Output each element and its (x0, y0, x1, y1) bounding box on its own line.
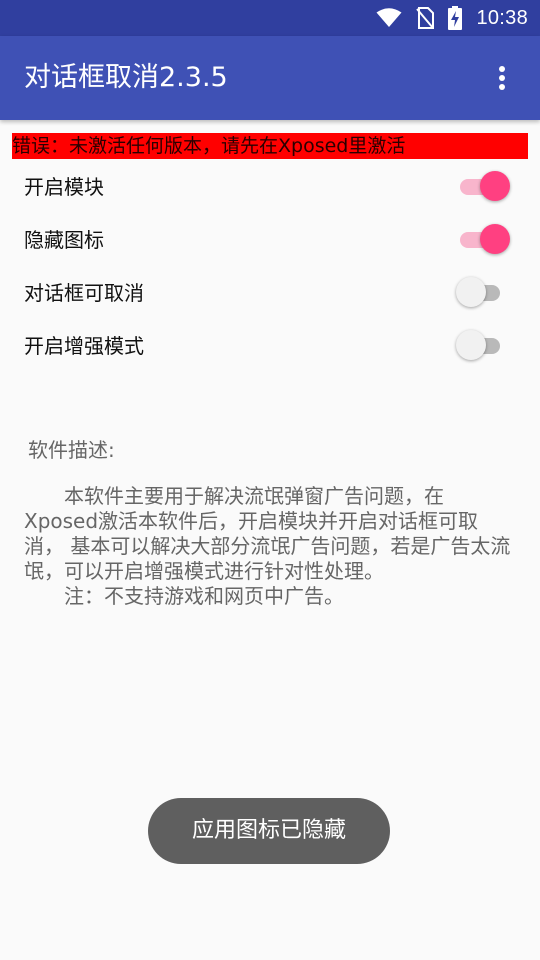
setting-label: 开启模块 (24, 175, 104, 199)
setting-label: 隐藏图标 (24, 228, 104, 252)
enable-module-switch[interactable] (460, 171, 510, 201)
switch-thumb (480, 224, 510, 254)
setting-label: 对话框可取消 (24, 281, 144, 305)
setting-row-hide-icon[interactable]: 隐藏图标 (0, 214, 540, 267)
hide-icon-switch[interactable] (460, 224, 510, 254)
description-note: 注：不支持游戏和网页中广告。 (64, 584, 344, 608)
status-time: 10:38 (476, 6, 528, 29)
toast-message: 应用图标已隐藏 (148, 798, 390, 864)
dialog-cancelable-switch[interactable] (456, 277, 500, 307)
error-banner: 错误：未激活任何版本，请先在Xposed里激活 (12, 133, 528, 159)
description-paragraph: 本软件主要用于解决流氓弹窗广告问题，在Xposed激活本软件后，开启模块并开启对… (24, 484, 511, 583)
description-title: 软件描述: (28, 438, 115, 462)
no-sim-icon (416, 7, 435, 29)
app-title: 对话框取消2.3.5 (24, 62, 228, 93)
app-bar: 对话框取消2.3.5 (0, 36, 540, 120)
wifi-icon (376, 8, 402, 28)
setting-row-enhanced-mode[interactable]: 开启增强模式 (0, 320, 540, 373)
switch-thumb (480, 171, 510, 201)
more-vert-icon[interactable] (484, 60, 520, 96)
enhanced-mode-switch[interactable] (456, 330, 500, 360)
battery-charging-icon (448, 6, 463, 30)
switch-thumb (456, 330, 486, 360)
description-body: 本软件主要用于解决流氓弹窗广告问题，在Xposed激活本软件后，开启模块并开启对… (24, 484, 514, 609)
status-icons: 10:38 (376, 0, 528, 36)
setting-row-dialog-cancelable[interactable]: 对话框可取消 (0, 267, 540, 320)
switch-thumb (456, 277, 486, 307)
status-bar: 10:38 (0, 0, 540, 36)
setting-label: 开启增强模式 (24, 334, 144, 358)
setting-row-enable-module[interactable]: 开启模块 (0, 161, 540, 214)
